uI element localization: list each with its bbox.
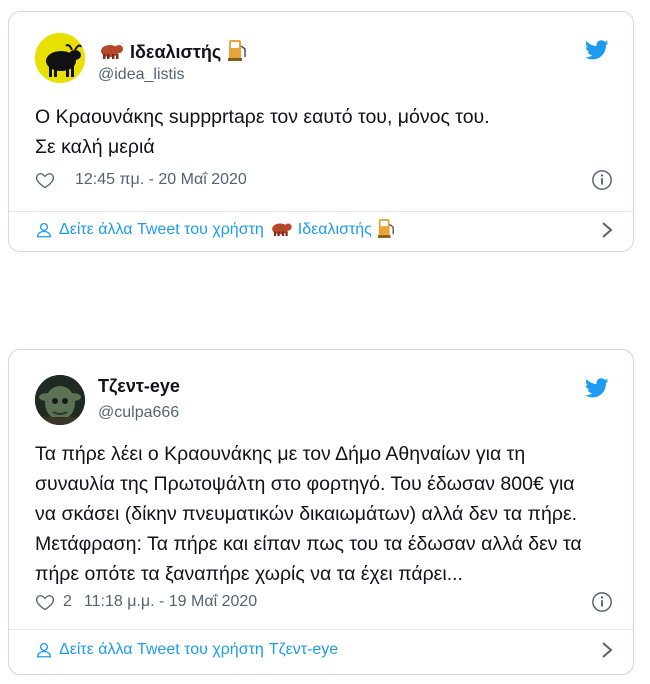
person-icon [36, 642, 52, 658]
footer-name: Τζεντ-eye [268, 641, 339, 658]
view-more-tweets-link[interactable]: Δείτε άλλα Tweet του χρήστη Ιδεαλιστής [35, 218, 613, 242]
tweet-text-line: συναυλία της Πρωτοψάλτη στο φορτηγό. Του… [35, 473, 575, 495]
timestamp[interactable]: 11:18 μ.μ. - 19 Μαΐ 2020 [84, 593, 257, 611]
heart-icon[interactable] [35, 170, 55, 190]
tweet-text-line: πήρε οπότε τα ξαναπήρε χωρίς να τα έχει … [35, 563, 463, 585]
display-name-row[interactable]: Ιδεαλιστής [98, 38, 247, 67]
heart-icon[interactable] [35, 592, 55, 612]
tweet-text: Τα πήρε λέει ο Κραουνάκης με τον Δήμο Αθ… [35, 439, 613, 589]
footer-prefix: Δείτε άλλα Tweet του χρήστη [59, 221, 264, 238]
user-handle[interactable]: @culpa666 [98, 404, 179, 422]
divider [9, 211, 633, 212]
tweet-text-line: Σε καλή μεριά [35, 136, 155, 158]
tweet-text: Ο Κραουνάκης suppprtaρε τον εαυτό του, μ… [35, 102, 613, 162]
tweet-card: Ιδεαλιστής @idea_listis Ο Κραουνάκης sup… [8, 11, 634, 252]
info-icon[interactable] [591, 591, 613, 613]
avatar[interactable] [35, 33, 85, 83]
chevron-right-icon [602, 642, 613, 658]
display-name: Τζεντ-eye [98, 376, 180, 396]
tweet-text-line: Μετάφραση: Τα πήρε και είπαν πως του τα … [35, 533, 582, 555]
display-name-row[interactable]: Τζεντ-eye [98, 376, 180, 397]
fuel-pump-emoji [227, 38, 247, 67]
tweet-meta: 2 11:18 μ.μ. - 19 Μαΐ 2020 [35, 590, 613, 614]
divider [9, 629, 633, 630]
person-icon [36, 222, 52, 238]
info-icon[interactable] [591, 169, 613, 191]
tweet-meta: 12:45 πμ. - 20 Μαΐ 2020 [35, 168, 613, 192]
display-name: Ιδεαλιστής [130, 42, 222, 62]
like-count: 2 [63, 593, 72, 610]
footer-prefix: Δείτε άλλα Tweet του χρήστη [59, 641, 264, 658]
tweet-card: Τζεντ-eye @culpa666 Τα πήρε λέει ο Κραου… [8, 349, 634, 675]
footer-name: Ιδεαλιστής [297, 221, 372, 238]
ox-emoji [269, 220, 293, 241]
chevron-right-icon [602, 222, 613, 238]
avatar[interactable] [35, 375, 85, 425]
tweet-text-line: Τα πήρε λέει ο Κραουνάκης με τον Δήμο Αθ… [35, 443, 526, 465]
twitter-bird-icon[interactable] [585, 378, 609, 398]
twitter-bird-icon[interactable] [585, 40, 609, 60]
timestamp[interactable]: 12:45 πμ. - 20 Μαΐ 2020 [75, 171, 247, 189]
tweet-text-line: Ο Κραουνάκης suppprtaρε τον εαυτό του, μ… [35, 106, 490, 128]
view-more-tweets-link[interactable]: Δείτε άλλα Tweet του χρήστη Τζεντ-eye [35, 638, 613, 662]
user-handle[interactable]: @idea_listis [98, 66, 185, 84]
fuel-pump-emoji [377, 217, 395, 244]
tweet-text-line: να σκάσει (δίκην πνευματικών δικαιωμάτων… [35, 503, 578, 525]
ox-emoji [98, 41, 124, 64]
